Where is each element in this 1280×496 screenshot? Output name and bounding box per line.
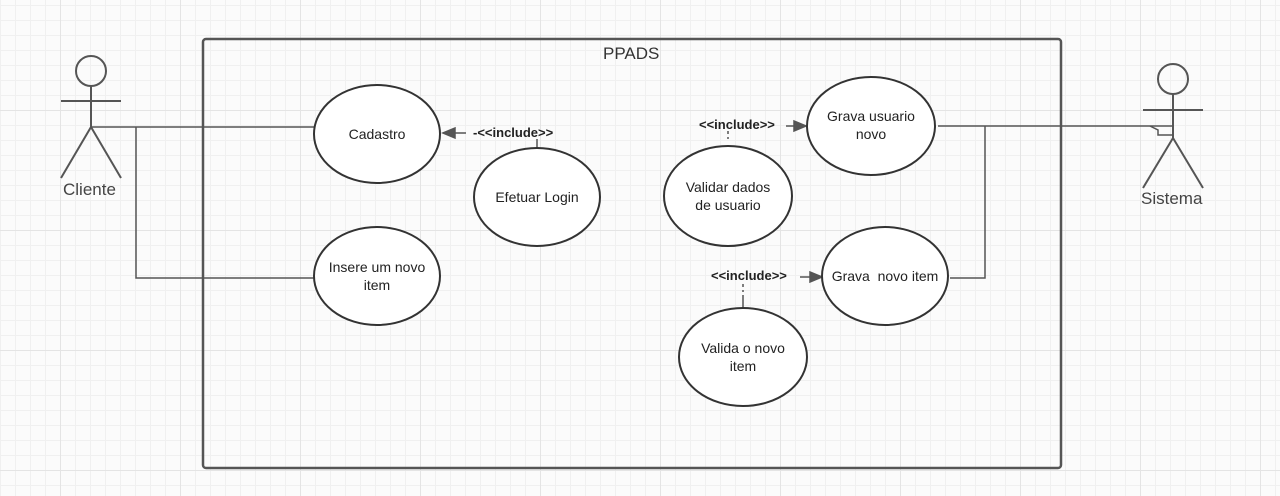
include-validar-arrowhead	[793, 119, 808, 133]
include-valida-item-arrowhead	[809, 270, 824, 284]
include-login-arrowhead	[441, 126, 456, 140]
usecase-grava-item-label: Grava novo item	[831, 268, 939, 284]
usecase-cadastro-label: Cadastro	[348, 126, 406, 142]
usecase-insere-item-label: Insere um novo item	[328, 259, 426, 293]
actor-cliente-figure[interactable]	[60, 55, 122, 179]
actor-sistema-label: Sistema	[1141, 189, 1203, 208]
assoc-cliente-insere-item[interactable]	[135, 127, 314, 279]
include-validar-label: <<include>>	[699, 117, 775, 132]
system-title: PPADS	[603, 44, 660, 63]
usecase-validar-dados-label: Validar dados de usuario	[685, 179, 771, 213]
assoc-sistema-connector	[1149, 125, 1173, 136]
actor-cliente-label: Cliente	[63, 180, 116, 199]
include-valida-item-label: <<include>>	[711, 268, 787, 283]
usecase-efetuar-login-label: Efetuar Login	[495, 189, 579, 205]
include-login-label: -<<include>>	[473, 125, 554, 140]
use-case-diagram-canvas	[60, 37, 1204, 470]
usecase-grava-usuario-label: Grava usuario novo	[827, 108, 915, 142]
usecase-valida-item-label: Valida o novo item	[701, 340, 785, 374]
assoc-sistema-grava-item[interactable]	[950, 126, 986, 279]
